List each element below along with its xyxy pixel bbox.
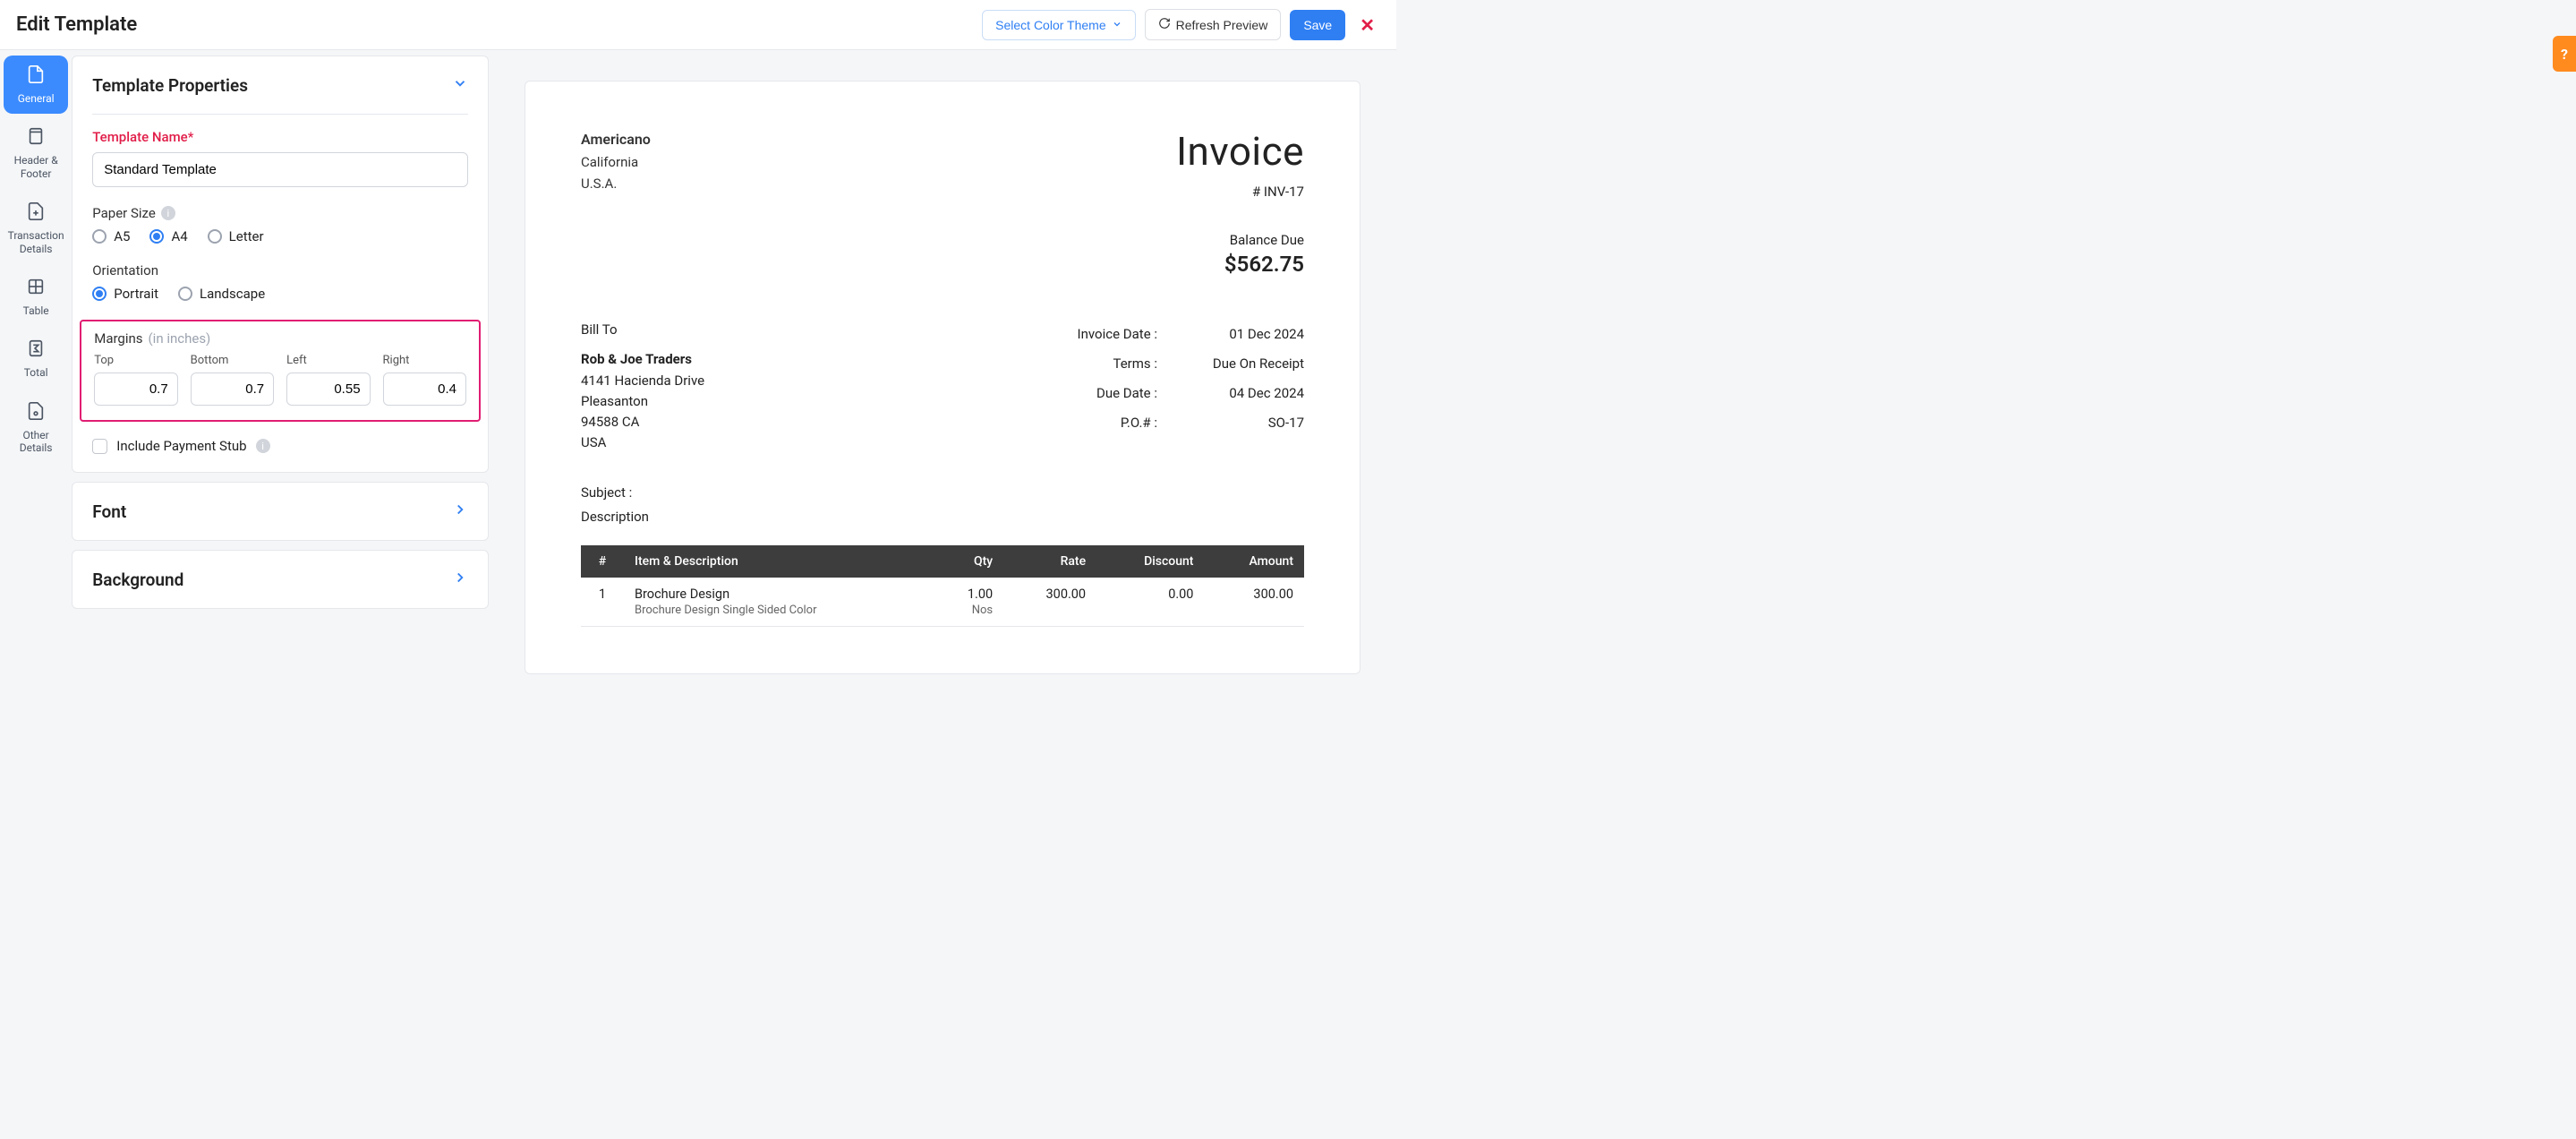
page-title: Edit Template	[16, 13, 137, 36]
select-color-theme-button[interactable]: Select Color Theme	[982, 10, 1135, 40]
refresh-preview-label: Refresh Preview	[1176, 18, 1268, 32]
rail-general-label: General	[18, 92, 55, 105]
rail-other-details[interactable]: Other Details	[4, 392, 68, 464]
section-font-title: Font	[92, 501, 126, 522]
col-item: Item & Description	[624, 545, 933, 578]
margin-left-label: Left	[286, 354, 370, 367]
orientation-landscape[interactable]: Landscape	[178, 286, 265, 302]
document-number: # INV-17	[1176, 184, 1304, 200]
margin-bottom-input[interactable]	[191, 373, 274, 406]
rail-table[interactable]: Table	[4, 268, 68, 326]
col-discount: Discount	[1096, 545, 1204, 578]
paper-size-a5[interactable]: A5	[92, 228, 130, 244]
col-qty: Qty	[933, 545, 1003, 578]
rail-header-footer-label: Header & Footer	[7, 154, 64, 180]
margin-right-input[interactable]	[383, 373, 466, 406]
section-font-header[interactable]: Font	[73, 483, 488, 540]
rail-table-label: Table	[23, 304, 49, 317]
chevron-down-icon	[452, 74, 468, 96]
subject-block: Subject : Description	[581, 481, 1304, 529]
template-name-input[interactable]	[92, 152, 468, 187]
invoice-preview: Americano California U.S.A. Invoice # IN…	[525, 81, 1361, 674]
document-title: Invoice	[1176, 128, 1304, 175]
table-row: 1 Brochure Design Brochure Design Single…	[581, 578, 1304, 627]
section-template-properties-header[interactable]: Template Properties	[73, 56, 488, 114]
bill-to-block: Bill To Rob & Joe Traders 4141 Hacienda …	[581, 320, 704, 454]
line-items-table: # Item & Description Qty Rate Discount A…	[581, 545, 1304, 627]
topbar-actions: Select Color Theme Refresh Preview Save …	[982, 9, 1380, 40]
refresh-icon	[1158, 17, 1171, 32]
rail-transaction-details-label: Transaction Details	[7, 229, 64, 255]
layout-icon	[26, 126, 46, 150]
sidebar-rail: General Header & Footer Transaction Deta…	[0, 50, 72, 705]
include-payment-stub-label: Include Payment Stub	[116, 438, 246, 454]
document-gear-icon	[26, 401, 46, 424]
info-icon[interactable]: i	[161, 206, 175, 220]
orientation-portrait[interactable]: Portrait	[92, 286, 158, 302]
col-rate: Rate	[1003, 545, 1096, 578]
paper-size-a4[interactable]: A4	[149, 228, 187, 244]
orientation-label: Orientation	[92, 262, 468, 278]
margin-bottom-label: Bottom	[191, 354, 274, 367]
include-payment-stub-checkbox[interactable]	[92, 439, 107, 454]
table-icon	[26, 277, 46, 300]
from-address: Americano California U.S.A.	[581, 128, 651, 277]
chevron-right-icon	[452, 501, 468, 522]
select-color-theme-label: Select Color Theme	[995, 18, 1105, 32]
margin-left-input[interactable]	[286, 373, 370, 406]
refresh-preview-button[interactable]: Refresh Preview	[1145, 9, 1282, 40]
document-plus-icon	[26, 201, 46, 225]
close-icon[interactable]: ✕	[1354, 14, 1380, 36]
col-amount: Amount	[1204, 545, 1304, 578]
invoice-meta: Invoice Date :01 Dec 2024 Terms :Due On …	[1059, 320, 1304, 454]
paper-size-label: Paper Size i	[92, 205, 468, 221]
help-button[interactable]: ?	[2553, 36, 2576, 72]
file-icon	[26, 64, 46, 88]
rail-header-footer[interactable]: Header & Footer	[4, 117, 68, 189]
template-name-label: Template Name*	[92, 129, 468, 145]
balance-due-label: Balance Due	[1176, 232, 1304, 248]
margins-label: Margins (in inches)	[94, 330, 466, 347]
paper-size-letter[interactable]: Letter	[208, 228, 264, 244]
section-template-properties-title: Template Properties	[92, 75, 248, 96]
margins-highlight: Margins (in inches) Top Bottom	[80, 320, 481, 422]
chevron-down-icon	[1112, 18, 1122, 32]
margin-right-label: Right	[383, 354, 466, 367]
chevron-right-icon	[452, 569, 468, 590]
margin-top-input[interactable]	[94, 373, 177, 406]
rail-other-details-label: Other Details	[7, 429, 64, 455]
rail-general[interactable]: General	[4, 56, 68, 114]
preview-pane: Americano California U.S.A. Invoice # IN…	[489, 50, 1396, 705]
settings-panel: Template Properties Template Name* Paper…	[72, 50, 489, 705]
rail-total-label: Total	[24, 366, 48, 379]
section-background-title: Background	[92, 570, 183, 590]
margin-top-label: Top	[94, 354, 177, 367]
col-index: #	[581, 545, 624, 578]
save-button[interactable]: Save	[1290, 10, 1345, 40]
info-icon[interactable]: i	[256, 439, 270, 453]
section-background-header[interactable]: Background	[73, 551, 488, 608]
rail-transaction-details[interactable]: Transaction Details	[4, 193, 68, 264]
balance-due-amount: $562.75	[1176, 252, 1304, 277]
rail-total[interactable]: Total	[4, 330, 68, 388]
sigma-icon	[26, 338, 46, 362]
